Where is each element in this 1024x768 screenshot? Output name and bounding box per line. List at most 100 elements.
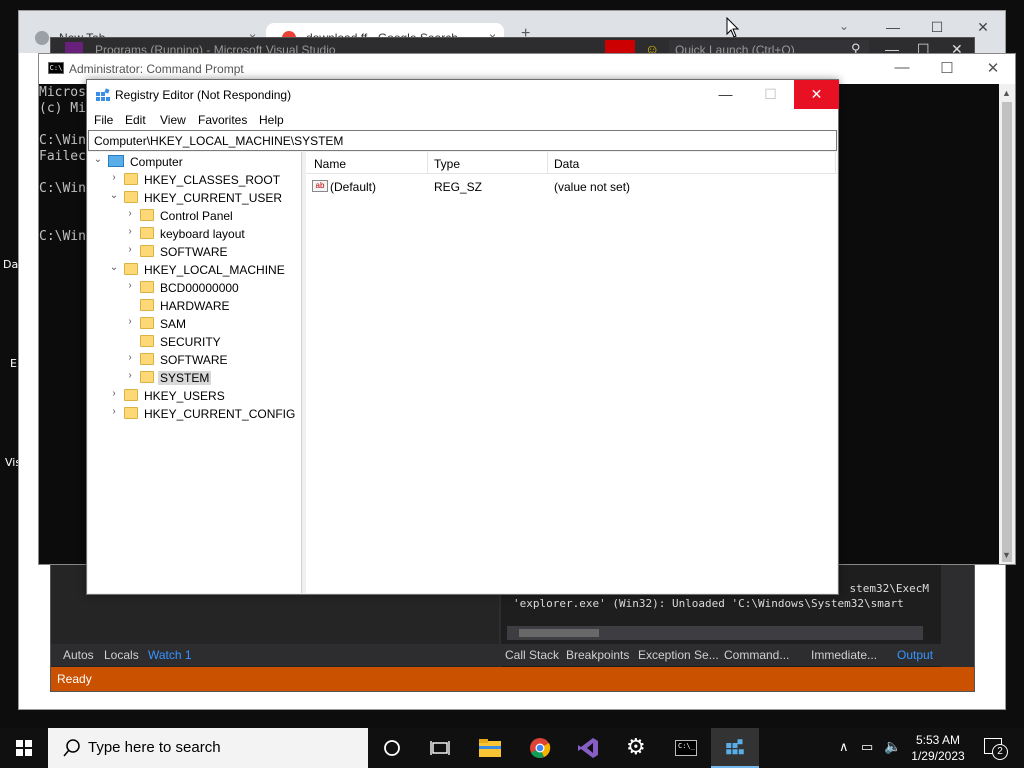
show-hidden-icons-chevron-icon[interactable]: ∧ bbox=[839, 739, 849, 768]
column-header-name[interactable]: Name bbox=[314, 157, 346, 171]
taskbar-search-box[interactable]: Type here to search bbox=[48, 728, 368, 768]
tree-node-hkey-current-user[interactable]: ⌄ HKEY_CURRENT_USER bbox=[108, 189, 298, 207]
volume-icon[interactable]: 🔈 bbox=[884, 738, 901, 768]
search-icon bbox=[63, 739, 80, 757]
tree-node-security[interactable]: SECURITY bbox=[124, 333, 299, 351]
scrollbar-thumb[interactable] bbox=[519, 629, 599, 637]
tab-locals[interactable]: Locals bbox=[104, 648, 139, 662]
column-header-data[interactable]: Data bbox=[554, 157, 579, 171]
scroll-up-arrow-icon[interactable]: ▲ bbox=[1002, 88, 1011, 98]
console-line: (c) Mi bbox=[39, 101, 86, 116]
tab-breakpoints[interactable]: Breakpoints bbox=[566, 648, 629, 662]
chrome-minimize-button[interactable]: — bbox=[883, 19, 903, 35]
command-prompt-icon: C:\ bbox=[48, 62, 64, 74]
collapsed-chevron-icon[interactable]: › bbox=[124, 244, 136, 255]
tree-node-hkey-users[interactable]: › HKEY_USERS bbox=[108, 387, 298, 405]
cmd-vertical-scrollbar[interactable]: ▲ ▼ bbox=[999, 84, 1015, 564]
output-line: 'explorer.exe' (Win32): Unloaded 'C:\Win… bbox=[513, 597, 904, 610]
cmd-maximize-button[interactable]: ☐ bbox=[932, 59, 962, 77]
mouse-cursor-icon bbox=[726, 17, 740, 38]
tree-node-hardware[interactable]: HARDWARE bbox=[124, 297, 299, 315]
menu-edit[interactable]: Edit bbox=[125, 113, 146, 127]
tree-node-computer[interactable]: ⌄ Computer bbox=[92, 153, 292, 171]
expanded-chevron-icon[interactable]: ⌄ bbox=[108, 190, 120, 201]
expanded-chevron-icon[interactable]: ⌄ bbox=[92, 154, 104, 165]
search-placeholder: Type here to search bbox=[88, 739, 221, 756]
visual-studio-button[interactable] bbox=[564, 728, 612, 768]
tab-autos[interactable]: Autos bbox=[63, 648, 94, 662]
tree-node-hkey-current-config[interactable]: › HKEY_CURRENT_CONFIG bbox=[108, 405, 298, 423]
address-bar[interactable]: Computer\HKEY_LOCAL_MACHINE\SYSTEM bbox=[88, 130, 837, 151]
tree-node-hkey-local-machine[interactable]: ⌄ HKEY_LOCAL_MACHINE bbox=[108, 261, 298, 279]
folder-icon bbox=[124, 263, 138, 275]
tree-node-label: HKEY_LOCAL_MACHINE bbox=[144, 263, 285, 277]
start-button[interactable] bbox=[0, 728, 48, 768]
tree-node-label: HKEY_CURRENT_USER bbox=[144, 191, 283, 205]
action-center-button[interactable]: 2 bbox=[978, 728, 1024, 768]
collapsed-chevron-icon[interactable]: › bbox=[124, 226, 136, 237]
tree-node-label: Control Panel bbox=[160, 209, 233, 223]
collapsed-chevron-icon[interactable]: › bbox=[124, 352, 136, 363]
regedit-minimize-button[interactable]: — bbox=[703, 80, 748, 109]
tree-node-control-panel[interactable]: › Control Panel bbox=[124, 207, 299, 225]
tab-immediate-window[interactable]: Immediate... bbox=[811, 648, 877, 662]
scrollbar-thumb[interactable] bbox=[1002, 102, 1012, 562]
tree-node-sam[interactable]: › SAM bbox=[124, 315, 299, 333]
column-divider[interactable] bbox=[547, 152, 548, 174]
regedit-titlebar: Registry Editor (Not Responding) — ☐ ✕ bbox=[87, 80, 839, 110]
cmd-close-button[interactable]: ✕ bbox=[978, 59, 1008, 77]
chrome-maximize-button[interactable]: ☐ bbox=[927, 19, 947, 36]
command-prompt-taskbar-button[interactable]: C:\_ bbox=[662, 728, 710, 768]
tab-exception-settings[interactable]: Exception Se... bbox=[638, 648, 719, 662]
registry-editor-taskbar-button[interactable] bbox=[711, 728, 759, 768]
file-explorer-button[interactable] bbox=[466, 728, 514, 768]
collapsed-chevron-icon[interactable]: › bbox=[108, 172, 120, 183]
tree-node-hkey-classes-root[interactable]: › HKEY_CLASSES_ROOT bbox=[108, 171, 298, 189]
expanded-chevron-icon[interactable]: ⌄ bbox=[108, 262, 120, 273]
chrome-close-button[interactable]: ✕ bbox=[973, 19, 993, 36]
tab-call-stack[interactable]: Call Stack bbox=[505, 648, 559, 662]
cortana-button[interactable] bbox=[368, 728, 416, 768]
desktop-icon-label[interactable]: Da bbox=[3, 258, 18, 271]
scroll-down-arrow-icon[interactable]: ▼ bbox=[1002, 550, 1011, 560]
collapsed-chevron-icon[interactable]: › bbox=[124, 316, 136, 327]
network-icon[interactable]: ▭ bbox=[861, 739, 873, 768]
chrome-tab-search-icon[interactable]: ⌄ bbox=[839, 19, 849, 33]
tab-output[interactable]: Output bbox=[897, 648, 933, 662]
collapsed-chevron-icon[interactable]: › bbox=[108, 406, 120, 417]
collapsed-chevron-icon[interactable]: › bbox=[124, 370, 136, 381]
folder-icon bbox=[140, 317, 154, 329]
output-horizontal-scrollbar[interactable] bbox=[507, 626, 923, 640]
menu-view[interactable]: View bbox=[160, 113, 186, 127]
column-divider[interactable] bbox=[427, 152, 428, 174]
vs-tool-tabs: Autos Locals Watch 1 Call Stack Breakpoi… bbox=[51, 644, 974, 666]
desktop-icon-label[interactable]: E bbox=[10, 357, 17, 370]
regedit-maximize-button[interactable]: ☐ bbox=[748, 80, 793, 109]
tab-command-window[interactable]: Command... bbox=[724, 648, 789, 662]
tree-node-label: SOFTWARE bbox=[160, 245, 228, 259]
collapsed-chevron-icon[interactable]: › bbox=[124, 208, 136, 219]
tree-node-software-hkcu[interactable]: › SOFTWARE bbox=[124, 243, 299, 261]
cmd-minimize-button[interactable]: — bbox=[887, 59, 917, 76]
values-list: Name Type Data ab (Default) REG_SZ (valu… bbox=[306, 152, 837, 593]
menu-help[interactable]: Help bbox=[259, 113, 284, 127]
tree-node-software-hklm[interactable]: › SOFTWARE bbox=[124, 351, 299, 369]
column-header-type[interactable]: Type bbox=[434, 157, 460, 171]
chrome-favicon-icon bbox=[35, 31, 49, 45]
tree-node-bcd[interactable]: › BCD00000000 bbox=[124, 279, 299, 297]
regedit-close-button[interactable]: ✕ bbox=[794, 80, 839, 109]
tree-node-label: SYSTEM bbox=[158, 371, 212, 385]
value-row[interactable]: ab (Default) REG_SZ (value not set) bbox=[306, 176, 837, 196]
tree-node-system[interactable]: › SYSTEM bbox=[124, 369, 299, 387]
chrome-button[interactable] bbox=[516, 728, 564, 768]
menu-favorites[interactable]: Favorites bbox=[198, 113, 247, 127]
tab-watch-1[interactable]: Watch 1 bbox=[148, 648, 192, 662]
task-view-button[interactable] bbox=[416, 728, 464, 768]
collapsed-chevron-icon[interactable]: › bbox=[108, 388, 120, 399]
column-divider[interactable] bbox=[835, 152, 836, 174]
menu-file[interactable]: File bbox=[94, 113, 113, 127]
tree-node-keyboard-layout[interactable]: › keyboard layout bbox=[124, 225, 299, 243]
collapsed-chevron-icon[interactable]: › bbox=[124, 280, 136, 291]
taskbar-clock[interactable]: 5:53 AM 1/29/2023 bbox=[902, 732, 974, 764]
settings-button[interactable]: ⚙ bbox=[613, 728, 661, 768]
